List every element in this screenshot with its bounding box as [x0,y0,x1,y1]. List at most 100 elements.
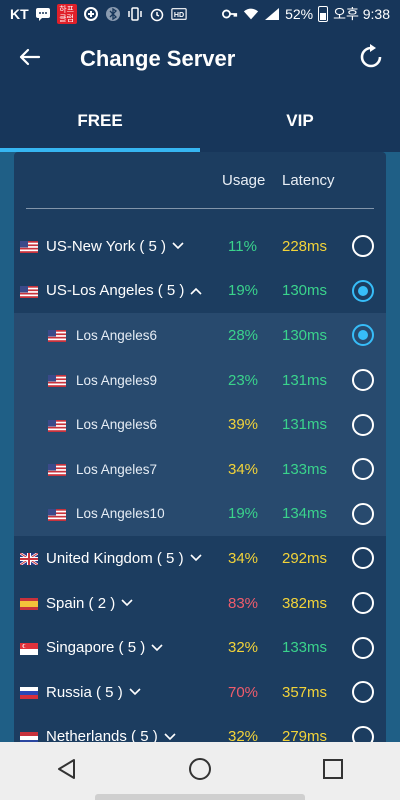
server-group-row[interactable]: Singapore ( 5 ) 32% 133ms [14,625,386,670]
usage-value: 11% [228,237,257,255]
server-group-row[interactable]: Spain ( 2 ) 83% 382ms [14,581,386,626]
usage-value: 19% [228,505,259,523]
server-tabs: FREE VIP [0,90,400,152]
clock: 오후 9:38 [333,6,390,22]
nav-back-button[interactable] [37,746,97,796]
latency-value: 357ms [282,683,328,701]
radio-unselected[interactable] [352,458,374,481]
server-name: Los Angeles7 [76,461,158,477]
tab-free-label: FREE [77,111,123,130]
server-group-row[interactable]: Netherlands ( 5 ) 32% 279ms [14,715,386,742]
nav-recents-button[interactable] [303,746,363,796]
server-sub-row[interactable]: Los Angeles6 39% 131ms [14,402,386,447]
usage-value: 28% [228,326,259,344]
wifi-icon [243,6,259,22]
server-sub-row[interactable]: Los Angeles6 28% 130ms [14,313,386,358]
flag-uk-icon [19,552,39,567]
server-sub-row[interactable]: Los Angeles9 23% 131ms [14,357,386,403]
server-sub-row[interactable]: Los Angeles10 19% 134ms [14,491,386,537]
flag-us-icon [48,463,66,477]
chevron-up-icon[interactable] [190,285,202,297]
refresh-icon [358,43,384,75]
server-list-card: Usage Latency US-New York ( 5 ) 11% 228ms U… [14,152,386,742]
latency-value: 134ms [282,505,328,523]
server-name: US-New York ( 5 ) [46,237,167,255]
usage-value: 34% [228,549,259,567]
flag-nl-icon [20,731,38,742]
radio-unselected[interactable] [352,502,374,525]
server-name: Los Angeles9 [76,372,158,388]
flag-us-icon [48,329,66,343]
svg-text:HD: HD [174,11,184,19]
chevron-down-icon[interactable] [121,597,133,609]
server-group-row[interactable]: US-Los Angeles ( 5 ) 19% 130ms [14,269,386,314]
header-divider [26,208,374,209]
back-triangle-icon [56,758,78,785]
flag-us-icon [20,240,38,254]
latency-value: 382ms [282,594,328,612]
latency-value: 131ms [282,371,328,389]
radio-selected[interactable] [352,279,374,302]
chevron-down-icon[interactable] [190,552,202,564]
latency-value: 279ms [282,728,328,742]
flag-us-icon [48,419,66,432]
app-bar: Change Server [0,28,400,90]
radio-unselected[interactable] [352,547,374,570]
server-group-row[interactable]: United Kingdom ( 5 ) 34% 292ms [14,536,386,581]
usage-value: 34% [228,460,259,478]
usage-value: 70% [228,683,259,701]
latency-value: 131ms [282,416,328,434]
flag-us-icon [48,374,66,388]
hd-icon: HD [170,6,187,22]
tab-vip[interactable]: VIP [200,90,400,152]
chevron-down-icon[interactable] [164,731,176,742]
back-button[interactable] [0,28,60,90]
latency-value: 133ms [282,639,328,657]
back-arrow-icon [19,48,41,71]
usage-value: 32% [228,639,259,657]
radio-unselected[interactable] [352,369,374,392]
radio-unselected[interactable] [352,681,374,704]
usage-value: 23% [228,371,259,389]
radio-unselected[interactable] [352,413,374,436]
radio-unselected[interactable] [352,235,374,258]
server-name: US-Los Angeles ( 5 ) [46,282,185,300]
chevron-down-icon[interactable] [172,240,184,252]
flag-us-icon [48,508,66,521]
tab-free[interactable]: FREE [0,90,200,152]
usage-value: 32% [228,728,259,742]
nav-home-button[interactable] [170,746,230,796]
latency-value: 130ms [282,326,328,344]
radio-unselected[interactable] [352,592,374,615]
server-name: Singapore ( 5 ) [46,639,146,657]
app-badge-icon: 하프 클럽 [56,4,77,24]
server-name: Spain ( 2 ) [46,594,116,612]
chevron-down-icon[interactable] [151,642,163,654]
server-name: United Kingdom ( 5 ) [46,549,184,567]
radio-selected[interactable] [352,324,374,347]
server-name: Los Angeles6 [76,417,158,433]
latency-value: 130ms [282,282,328,300]
radio-unselected[interactable] [352,636,374,659]
flag-sg-icon [20,642,38,655]
usage-value: 39% [228,416,259,434]
carrier-label: KT [10,6,29,22]
server-name: Russia ( 5 ) [46,683,123,701]
page-title: Change Server [80,46,236,71]
refresh-button[interactable] [356,43,386,75]
system-nav-bar [0,742,400,800]
vibrate-icon [127,6,143,22]
chevron-down-icon[interactable] [129,686,141,698]
content-area: Usage Latency US-New York ( 5 ) 11% 228ms U… [0,152,400,742]
server-group-row[interactable]: US-New York ( 5 ) 11% 228ms [14,224,386,269]
usage-header: Usage [222,172,266,189]
server-group-row[interactable]: Russia ( 5 ) 70% 357ms [14,670,386,715]
server-sub-row[interactable]: Los Angeles7 34% 133ms [14,446,386,492]
latency-header: Latency [282,172,335,189]
radio-unselected[interactable] [352,725,374,742]
flag-es-icon [20,597,38,611]
latency-value: 133ms [282,460,328,478]
battery-percent: 52% [285,6,314,22]
signal-icon [264,6,280,22]
usage-value: 19% [228,282,259,300]
